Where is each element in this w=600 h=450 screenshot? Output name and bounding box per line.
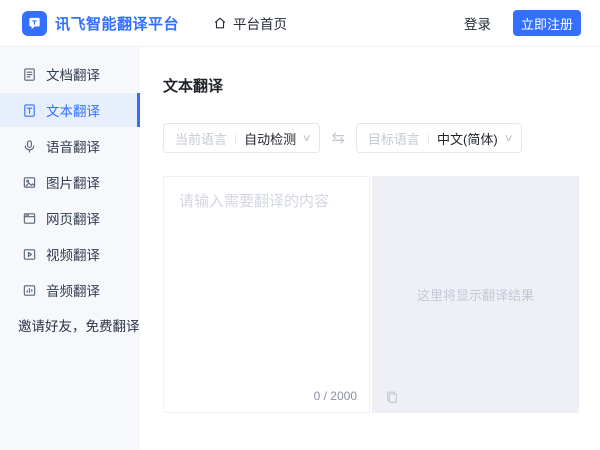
sidebar-item-video-translate[interactable]: 视频翻译 bbox=[0, 237, 140, 271]
register-button[interactable]: 立即注册 bbox=[513, 10, 581, 36]
platform-logo[interactable]: 讯飞智能翻译平台 bbox=[22, 11, 179, 36]
translate-panels: 0 / 2000 这里将显示翻译结果 bbox=[163, 176, 600, 413]
result-placeholder-text: 这里将显示翻译结果 bbox=[417, 285, 534, 304]
sidebar-item-label: 网页翻译 bbox=[46, 208, 100, 228]
main-content: 文本翻译 当前语言 | 自动检测 ∨ ⇆ 目标语言 | 中文(简体) ∨ 0 /… bbox=[140, 47, 600, 450]
sidebar: 文档翻译 文本翻译 语音翻译 图片翻译 bbox=[0, 47, 140, 450]
sidebar-item-webpage-translate[interactable]: 网页翻译 bbox=[0, 201, 140, 235]
sidebar-item-label: 文档翻译 bbox=[46, 64, 100, 84]
sidebar-item-image-translate[interactable]: 图片翻译 bbox=[0, 165, 140, 199]
top-header: 讯飞智能翻译平台 平台首页 登录 立即注册 bbox=[0, 0, 600, 47]
target-language-select[interactable]: 目标语言 | 中文(简体) ∨ bbox=[356, 123, 522, 153]
chevron-down-icon: ∨ bbox=[503, 133, 513, 144]
invite-friends-link[interactable]: 邀请好友，免费翻译 bbox=[0, 315, 140, 335]
nav-home-label: 平台首页 bbox=[233, 13, 287, 33]
sidebar-item-label: 文本翻译 bbox=[46, 100, 100, 120]
image-translate-icon bbox=[22, 175, 37, 190]
sidebar-item-voice-translate[interactable]: 语音翻译 bbox=[0, 129, 140, 163]
translation-result-panel: 这里将显示翻译结果 bbox=[372, 176, 579, 413]
char-counter: 0 / 2000 bbox=[314, 389, 357, 403]
voice-translate-icon bbox=[22, 139, 37, 154]
chevron-down-icon: ∨ bbox=[302, 133, 312, 144]
source-text-input[interactable] bbox=[164, 177, 369, 387]
home-icon bbox=[213, 16, 227, 30]
source-language-value: 自动检测 bbox=[244, 129, 296, 148]
sidebar-item-document-translate[interactable]: 文档翻译 bbox=[0, 57, 140, 91]
language-bar: 当前语言 | 自动检测 ∨ ⇆ 目标语言 | 中文(简体) ∨ bbox=[163, 123, 600, 153]
sidebar-item-label: 音频翻译 bbox=[46, 280, 100, 300]
target-language-value: 中文(简体) bbox=[437, 129, 498, 148]
sidebar-item-label: 视频翻译 bbox=[46, 244, 100, 264]
copy-result-icon[interactable] bbox=[385, 390, 399, 404]
target-language-prefix: 目标语言 bbox=[368, 129, 420, 148]
video-translate-icon bbox=[22, 247, 37, 262]
sidebar-item-label: 图片翻译 bbox=[46, 172, 100, 192]
nav-home-link[interactable]: 平台首页 bbox=[213, 13, 287, 33]
divider: | bbox=[234, 131, 237, 145]
webpage-translate-icon bbox=[22, 211, 37, 226]
page-title: 文本翻译 bbox=[163, 75, 600, 96]
sidebar-item-label: 语音翻译 bbox=[46, 136, 100, 156]
logo-chat-bubble-icon bbox=[22, 11, 47, 36]
sidebar-item-text-translate[interactable]: 文本翻译 bbox=[0, 93, 140, 127]
logo-text: 讯飞智能翻译平台 bbox=[55, 13, 179, 34]
source-language-prefix: 当前语言 bbox=[175, 129, 227, 148]
audio-translate-icon bbox=[22, 283, 37, 298]
document-translate-icon bbox=[22, 67, 37, 82]
source-text-panel: 0 / 2000 bbox=[163, 176, 370, 413]
text-translate-icon bbox=[22, 103, 37, 118]
source-language-select[interactable]: 当前语言 | 自动检测 ∨ bbox=[163, 123, 320, 153]
sidebar-item-audio-translate[interactable]: 音频翻译 bbox=[0, 273, 140, 307]
login-link[interactable]: 登录 bbox=[464, 13, 491, 33]
swap-languages-icon[interactable]: ⇆ bbox=[331, 128, 344, 148]
divider: | bbox=[427, 131, 430, 145]
